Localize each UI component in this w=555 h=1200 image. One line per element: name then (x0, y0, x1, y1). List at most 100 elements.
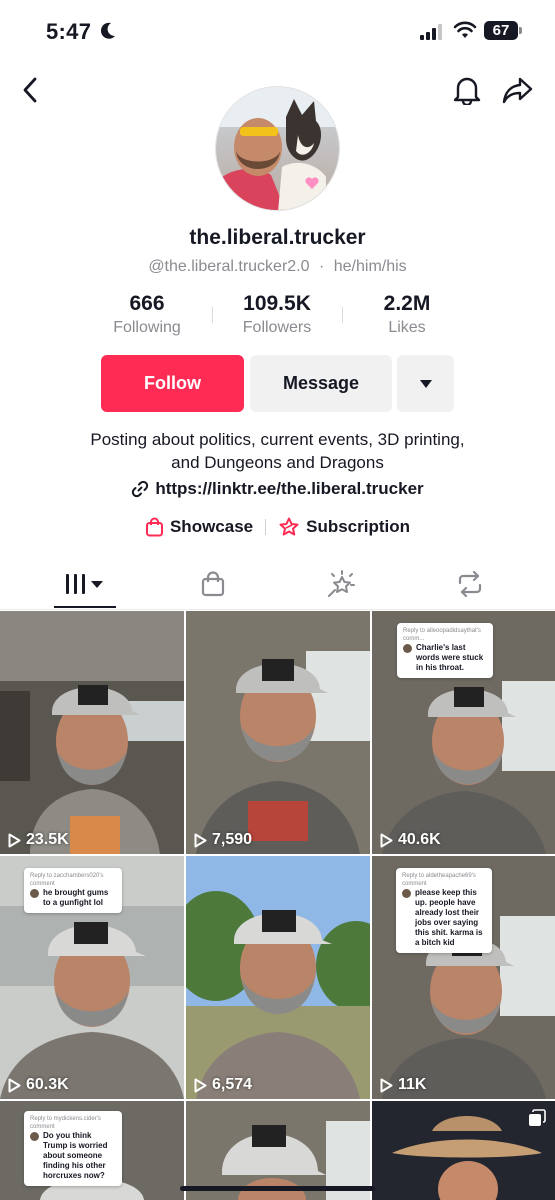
bio-line: Posting about politics, current events, … (90, 430, 465, 449)
display-name: the.liberal.trucker (189, 226, 366, 249)
cellular-signal-icon (420, 24, 442, 40)
reply-comment-card: Reply to alleoopadidsaythat's comm... Ch… (397, 623, 493, 678)
tab-shop[interactable] (144, 560, 282, 608)
reply-comment-card: Reply to mydickens.cider's comment Do yo… (24, 1111, 122, 1186)
battery-indicator: 67 (484, 21, 518, 40)
stat-followers[interactable]: 109.5K Followers (207, 290, 347, 338)
shop-bag-icon (201, 571, 225, 597)
handle-separator: · (318, 258, 325, 275)
video-thumbnail[interactable]: Reply to alleoopadidsaythat's comm... Ch… (372, 611, 555, 854)
reply-header: Reply to aldetheapache69's comment (402, 873, 476, 887)
extras-divider (265, 519, 267, 535)
reply-comment-card: Reply to aldetheapache69's comment pleas… (396, 868, 492, 953)
play-icon (8, 1078, 21, 1092)
follow-button[interactable]: Follow (101, 355, 244, 412)
videos-grid-icon (66, 574, 103, 594)
reply-text: Do you think Trump is worried about some… (30, 1131, 116, 1181)
more-options-button[interactable] (397, 355, 454, 412)
play-icon (194, 1078, 207, 1092)
video-frame (186, 611, 370, 854)
video-thumbnail[interactable]: Reply to aldetheapache69's comment pleas… (372, 856, 555, 1099)
stat-label: Likes (388, 319, 426, 336)
wifi-icon (453, 21, 477, 38)
view-count-text: 60.3K (26, 1076, 69, 1093)
profile-extras: Showcase Subscription (0, 517, 555, 537)
tab-videos[interactable] (16, 560, 154, 608)
reply-text: he brought gums to a gunfight lol (30, 888, 116, 908)
view-count-text: 6,574 (212, 1076, 253, 1093)
subscription-link[interactable]: Subscription (278, 517, 410, 537)
link-icon (132, 480, 149, 498)
caret-down-icon (419, 379, 432, 388)
photo-carousel-icon (529, 1109, 546, 1126)
tab-liked[interactable] (272, 560, 410, 608)
shopping-bag-icon (145, 517, 163, 537)
bio: Posting about politics, current events, … (0, 428, 555, 474)
home-indicator[interactable] (180, 1186, 375, 1191)
profile-stats: 666 Following 109.5K Followers 2.2M Like… (0, 290, 555, 340)
stat-likes[interactable]: 2.2M Likes (337, 290, 477, 338)
reply-header: Reply to mydickens.cider's comment (30, 1116, 101, 1130)
video-thumbnail[interactable]: Reply to zacchambers020's comment he bro… (0, 856, 184, 1099)
chevron-left-icon (23, 77, 37, 103)
profile-tabs (0, 560, 555, 610)
reply-text: please keep this up. people have already… (402, 888, 486, 948)
battery-level: 67 (492, 22, 510, 39)
video-frame (186, 856, 370, 1099)
status-time: 5:47 (46, 19, 92, 44)
reply-header: Reply to zacchambers020's comment (30, 873, 104, 887)
view-count: 60.3K (8, 1076, 69, 1094)
bio-link[interactable]: https://linktr.ee/the.liberal.trucker (0, 479, 555, 499)
message-button[interactable]: Message (250, 355, 392, 412)
video-thumbnail[interactable]: Reply to mydickens.cider's comment Do yo… (0, 1101, 184, 1200)
stat-value: 109.5K (243, 292, 311, 315)
video-thumbnail[interactable]: 7,590 (186, 611, 370, 854)
avatar[interactable] (215, 86, 340, 211)
bell-icon (453, 77, 481, 105)
share-arrow-icon (502, 77, 533, 104)
view-count-text: 40.6K (398, 831, 441, 848)
bio-link-text: https://linktr.ee/the.liberal.trucker (155, 479, 424, 498)
repost-icon (458, 571, 482, 597)
view-count-text: 23.5K (26, 831, 69, 848)
handle-row: @the.liberal.trucker2.0 · he/him/his (0, 258, 555, 276)
bio-line: and Dungeons and Dragons (171, 453, 384, 472)
stat-value: 666 (129, 292, 165, 315)
view-count: 40.6K (380, 831, 441, 849)
share-button[interactable] (498, 72, 538, 108)
subscription-star-icon (279, 517, 299, 536)
video-thumbnail[interactable]: 6,574 (186, 856, 370, 1099)
reply-header: Reply to alleoopadidsaythat's comm... (403, 628, 481, 642)
reply-comment-card: Reply to zacchambers020's comment he bro… (24, 868, 122, 913)
stat-label: Following (113, 319, 181, 336)
video-thumbnail[interactable]: 23.5K (0, 611, 184, 854)
back-button[interactable] (14, 74, 46, 106)
stat-label: Followers (242, 319, 312, 336)
tab-reposts[interactable] (401, 560, 539, 608)
stat-value: 2.2M (383, 292, 431, 315)
username-handle: @the.liberal.trucker2.0 (148, 258, 310, 275)
liked-sparkle-icon (328, 570, 355, 597)
view-count: 6,574 (194, 1076, 252, 1094)
view-count: 23.5K (8, 831, 69, 849)
status-bar: 5:47 67 (0, 0, 555, 64)
stat-following[interactable]: 666 Following (77, 290, 217, 338)
video-frame (0, 611, 184, 854)
active-tab-indicator (54, 606, 116, 608)
play-icon (380, 1078, 393, 1092)
view-count: 11K (380, 1076, 426, 1094)
avatar-photo (216, 87, 339, 210)
play-icon (194, 833, 207, 847)
showcase-label: Showcase (169, 517, 254, 536)
showcase-link[interactable]: Showcase (145, 517, 253, 537)
view-count-text: 7,590 (212, 831, 253, 848)
video-thumbnail[interactable] (372, 1101, 555, 1200)
video-grid: 23.5K 7,590 Reply to alleoopadidsaythat'… (0, 611, 555, 1200)
play-icon (8, 833, 21, 847)
view-count: 7,590 (194, 831, 252, 849)
battery-tip (519, 27, 522, 34)
notification-bell-button[interactable] (449, 72, 485, 108)
subscription-label: Subscription (306, 517, 411, 536)
reply-text: Charlie's last words were stuck in his t… (403, 643, 487, 673)
pronouns: he/him/his (333, 258, 407, 275)
